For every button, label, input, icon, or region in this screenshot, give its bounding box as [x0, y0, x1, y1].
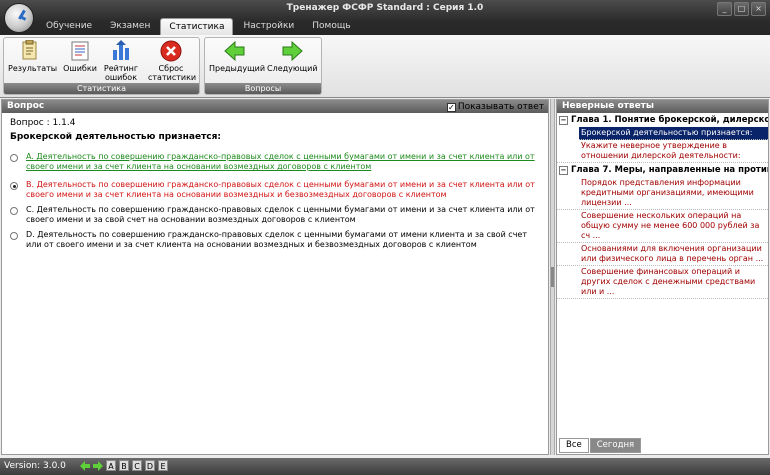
show-answer-label: Показывать ответ [457, 102, 544, 112]
status-nav: A B C D E [80, 460, 168, 471]
tab-help[interactable]: Помощь [304, 18, 358, 35]
tab-all[interactable]: Все [559, 438, 589, 453]
window-title: Тренажер ФСФР Standard : Серия 1.0 [286, 3, 484, 13]
answer-option-d[interactable]: D. Деятельность по совершению гражданско… [10, 230, 540, 250]
status-prev-arrow-icon[interactable] [80, 460, 90, 471]
statistics-group: Результаты Ошибки Рейтинг ошибок Сброс с… [3, 37, 200, 95]
ribbon: Результаты Ошибки Рейтинг ошибок Сброс с… [0, 35, 770, 98]
rating-label: Рейтинг ошибок [103, 64, 139, 82]
results-button[interactable]: Результаты [8, 39, 58, 73]
question-panel: Вопрос ✓ Показывать ответ Вопрос : 1.1.4… [1, 99, 549, 455]
title-bar: Тренажер ФСФР Standard : Серия 1.0 _ □ ×… [0, 0, 770, 36]
question-number: Вопрос : 1.1.4 [10, 118, 76, 128]
collapse-grip-icon[interactable] [551, 267, 554, 287]
results-label: Результаты [8, 64, 58, 73]
tree-item[interactable]: Брокерской деятельностью признается: [579, 127, 768, 140]
version-label: Version: 3.0.0 [4, 461, 66, 471]
status-letter-d[interactable]: D [145, 460, 155, 471]
app-window: Тренажер ФСФР Standard : Серия 1.0 _ □ ×… [0, 0, 770, 475]
collapse-minus-icon[interactable]: − [559, 116, 568, 125]
results-icon [19, 39, 41, 62]
radio-d[interactable] [10, 232, 18, 240]
next-button[interactable]: Следующий [267, 40, 318, 73]
answer-option-b[interactable]: B. Деятельность по совершению гражданско… [10, 180, 540, 200]
status-bar: Version: 3.0.0 A B C D E [0, 458, 770, 475]
errors-label: Ошибки [63, 64, 97, 73]
wrong-answers-header: Неверные ответы [557, 100, 768, 113]
status-next-arrow-icon[interactable] [93, 460, 103, 471]
tree-item[interactable]: Совершение финансовых операций и других … [557, 266, 768, 299]
tab-exam[interactable]: Экзамен [102, 18, 158, 35]
rating-icon [110, 40, 132, 62]
reset-stats-label: Сброс статистики [148, 64, 197, 82]
previous-label: Предыдущий [209, 64, 266, 73]
radio-b[interactable] [10, 182, 18, 190]
close-button[interactable]: × [751, 2, 766, 16]
minimize-button[interactable]: _ [717, 2, 732, 16]
tree-chapter-1[interactable]: − Глава 1. Понятие брокерской, дилерской… [557, 113, 768, 127]
answer-option-a[interactable]: A. Деятельность по совершению гражданско… [10, 152, 540, 172]
radio-a[interactable] [10, 154, 18, 162]
tree-item[interactable]: Основаниями для включения организации ил… [557, 243, 768, 266]
status-letter-e[interactable]: E [158, 460, 168, 471]
question-panel-title: Вопрос [7, 101, 45, 111]
wrong-answers-panel: Неверные ответы − Глава 1. Понятие броке… [556, 99, 769, 455]
tab-today[interactable]: Сегодня [589, 438, 642, 453]
tree-chapter-7[interactable]: − Глава 7. Меры, направленные на противо… [557, 163, 768, 177]
errors-button[interactable]: Ошибки [63, 40, 97, 73]
wrong-answers-tree: − Глава 1. Понятие брокерской, дилерской… [557, 113, 768, 299]
rating-button[interactable]: Рейтинг ошибок [103, 40, 139, 82]
radio-c[interactable] [10, 207, 18, 215]
tree-item[interactable]: Укажите неверное утверждение в отношении… [557, 140, 768, 163]
panel-splitter[interactable] [550, 99, 555, 455]
questions-group: Предыдущий Следующий Вопросы [204, 37, 322, 95]
reset-x-icon [160, 40, 182, 62]
question-panel-header: Вопрос ✓ Показывать ответ [2, 100, 548, 113]
question-text: Брокерской деятельностью признается: [10, 132, 222, 142]
ribbon-tabs: Обучение Экзамен Статистика Настройки По… [38, 18, 361, 35]
statistics-group-label: Статистика [4, 83, 199, 94]
checkmark-icon: ✓ [446, 103, 456, 112]
show-answer-checkbox[interactable]: ✓ Показывать ответ [446, 101, 544, 114]
arrow-right-icon [281, 40, 303, 62]
answer-option-c[interactable]: C. Деятельность по совершению гражданско… [10, 205, 540, 225]
tab-training[interactable]: Обучение [38, 18, 100, 35]
collapse-minus-icon[interactable]: − [559, 166, 568, 175]
previous-button[interactable]: Предыдущий [209, 40, 266, 73]
maximize-button[interactable]: □ [734, 2, 749, 16]
tab-statistics[interactable]: Статистика [160, 18, 234, 35]
tree-item[interactable]: Совершение нескольких операций на общую … [557, 210, 768, 243]
questions-group-label: Вопросы [205, 83, 321, 94]
status-letter-c[interactable]: C [132, 460, 142, 471]
errors-icon [69, 40, 91, 62]
tree-item[interactable]: Порядок представления информации кредитн… [557, 177, 768, 210]
filter-tabs: Все Сегодня [559, 438, 642, 453]
reset-stats-button[interactable]: Сброс статистики [148, 40, 197, 82]
status-letter-a[interactable]: A [106, 460, 116, 471]
window-controls: _ □ × [717, 2, 766, 16]
arrow-left-icon [224, 40, 246, 62]
next-label: Следующий [267, 64, 318, 73]
tab-settings[interactable]: Настройки [235, 18, 302, 35]
status-letter-b[interactable]: B [119, 460, 129, 471]
